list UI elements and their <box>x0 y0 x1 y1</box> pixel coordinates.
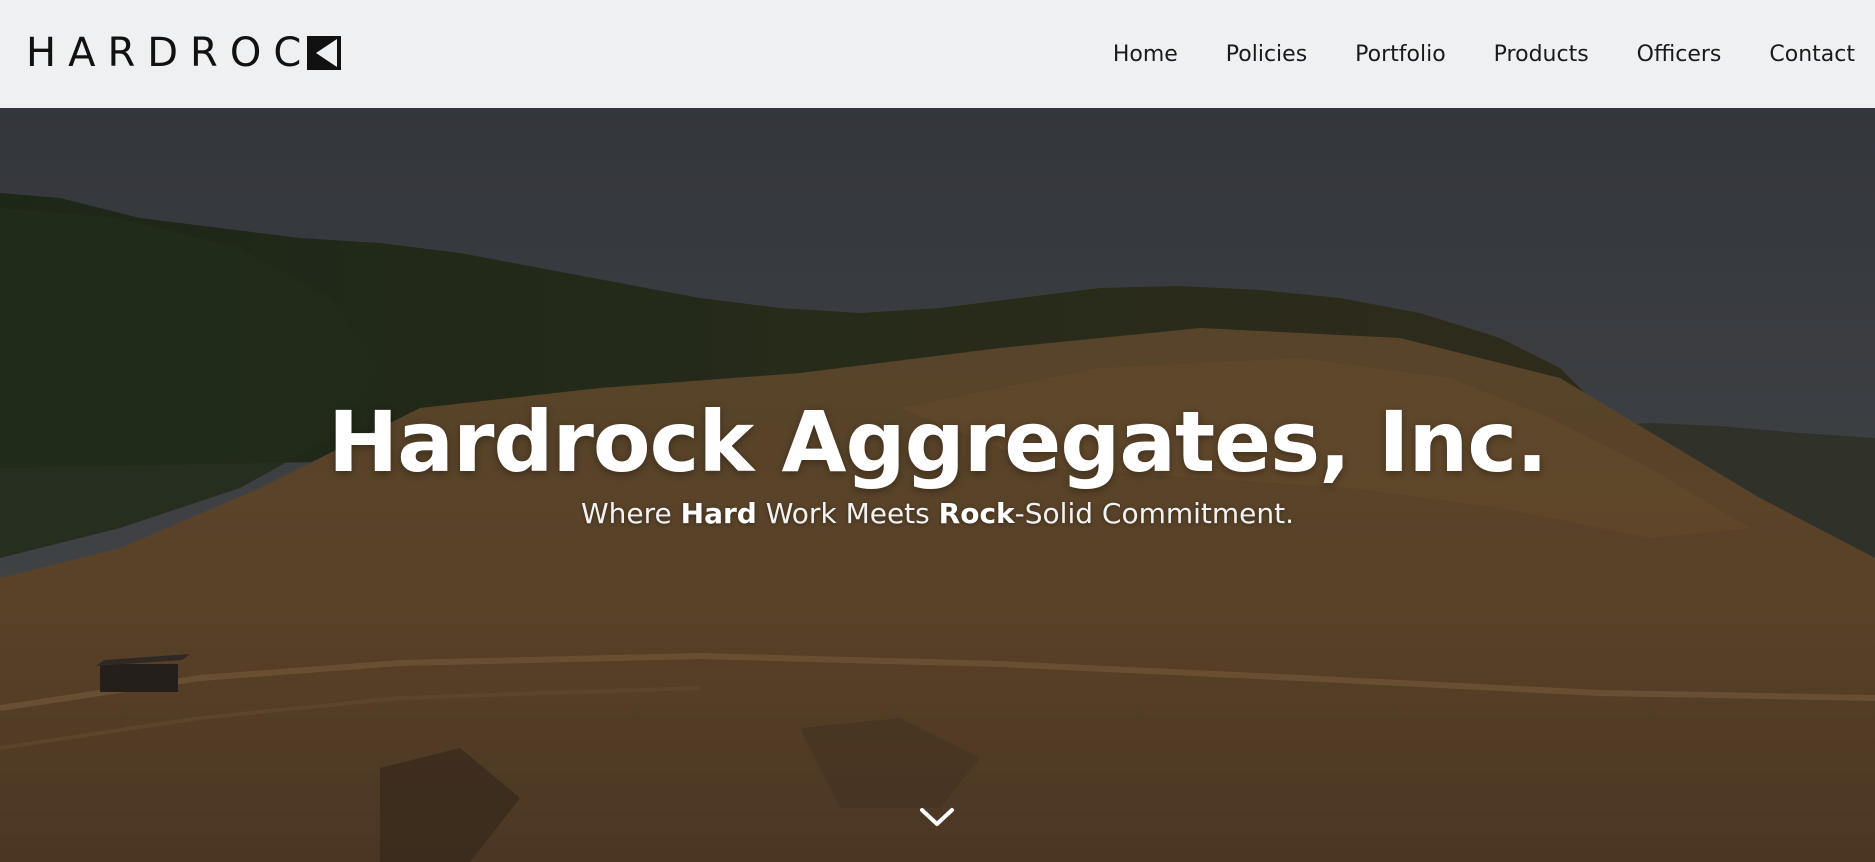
hardrock-k-mark-icon <box>307 36 342 70</box>
chevron-down-icon <box>920 808 954 826</box>
nav-policies[interactable]: Policies <box>1226 42 1307 67</box>
scroll-down-button[interactable] <box>917 802 957 832</box>
nav-portfolio[interactable]: Portfolio <box>1355 42 1446 67</box>
hero-tagline: Where Hard Work Meets Rock-Solid Commitm… <box>0 497 1875 530</box>
tagline-bold-rock: Rock <box>938 497 1015 530</box>
logo[interactable]: HARDROC <box>26 30 342 76</box>
tagline-text-3: -Solid Commitment. <box>1014 497 1295 530</box>
site-header: HARDROC Home Policies Portfolio Products… <box>0 0 1875 108</box>
tagline-text-2: Work Meets <box>756 497 939 530</box>
logo-text: HARDROC <box>26 30 314 76</box>
nav-home[interactable]: Home <box>1113 42 1178 67</box>
nav-contact[interactable]: Contact <box>1769 42 1855 67</box>
nav-products[interactable]: Products <box>1494 42 1589 67</box>
main-nav: Home Policies Portfolio Products Officer… <box>1113 0 1875 108</box>
tagline-text-1: Where <box>580 497 681 530</box>
hero-title: Hardrock Aggregates, Inc. <box>327 393 1548 491</box>
nav-officers[interactable]: Officers <box>1637 42 1722 67</box>
tagline-bold-hard: Hard <box>680 497 757 530</box>
hero-section: Hardrock Aggregates, Inc. Where Hard Wor… <box>0 108 1875 862</box>
